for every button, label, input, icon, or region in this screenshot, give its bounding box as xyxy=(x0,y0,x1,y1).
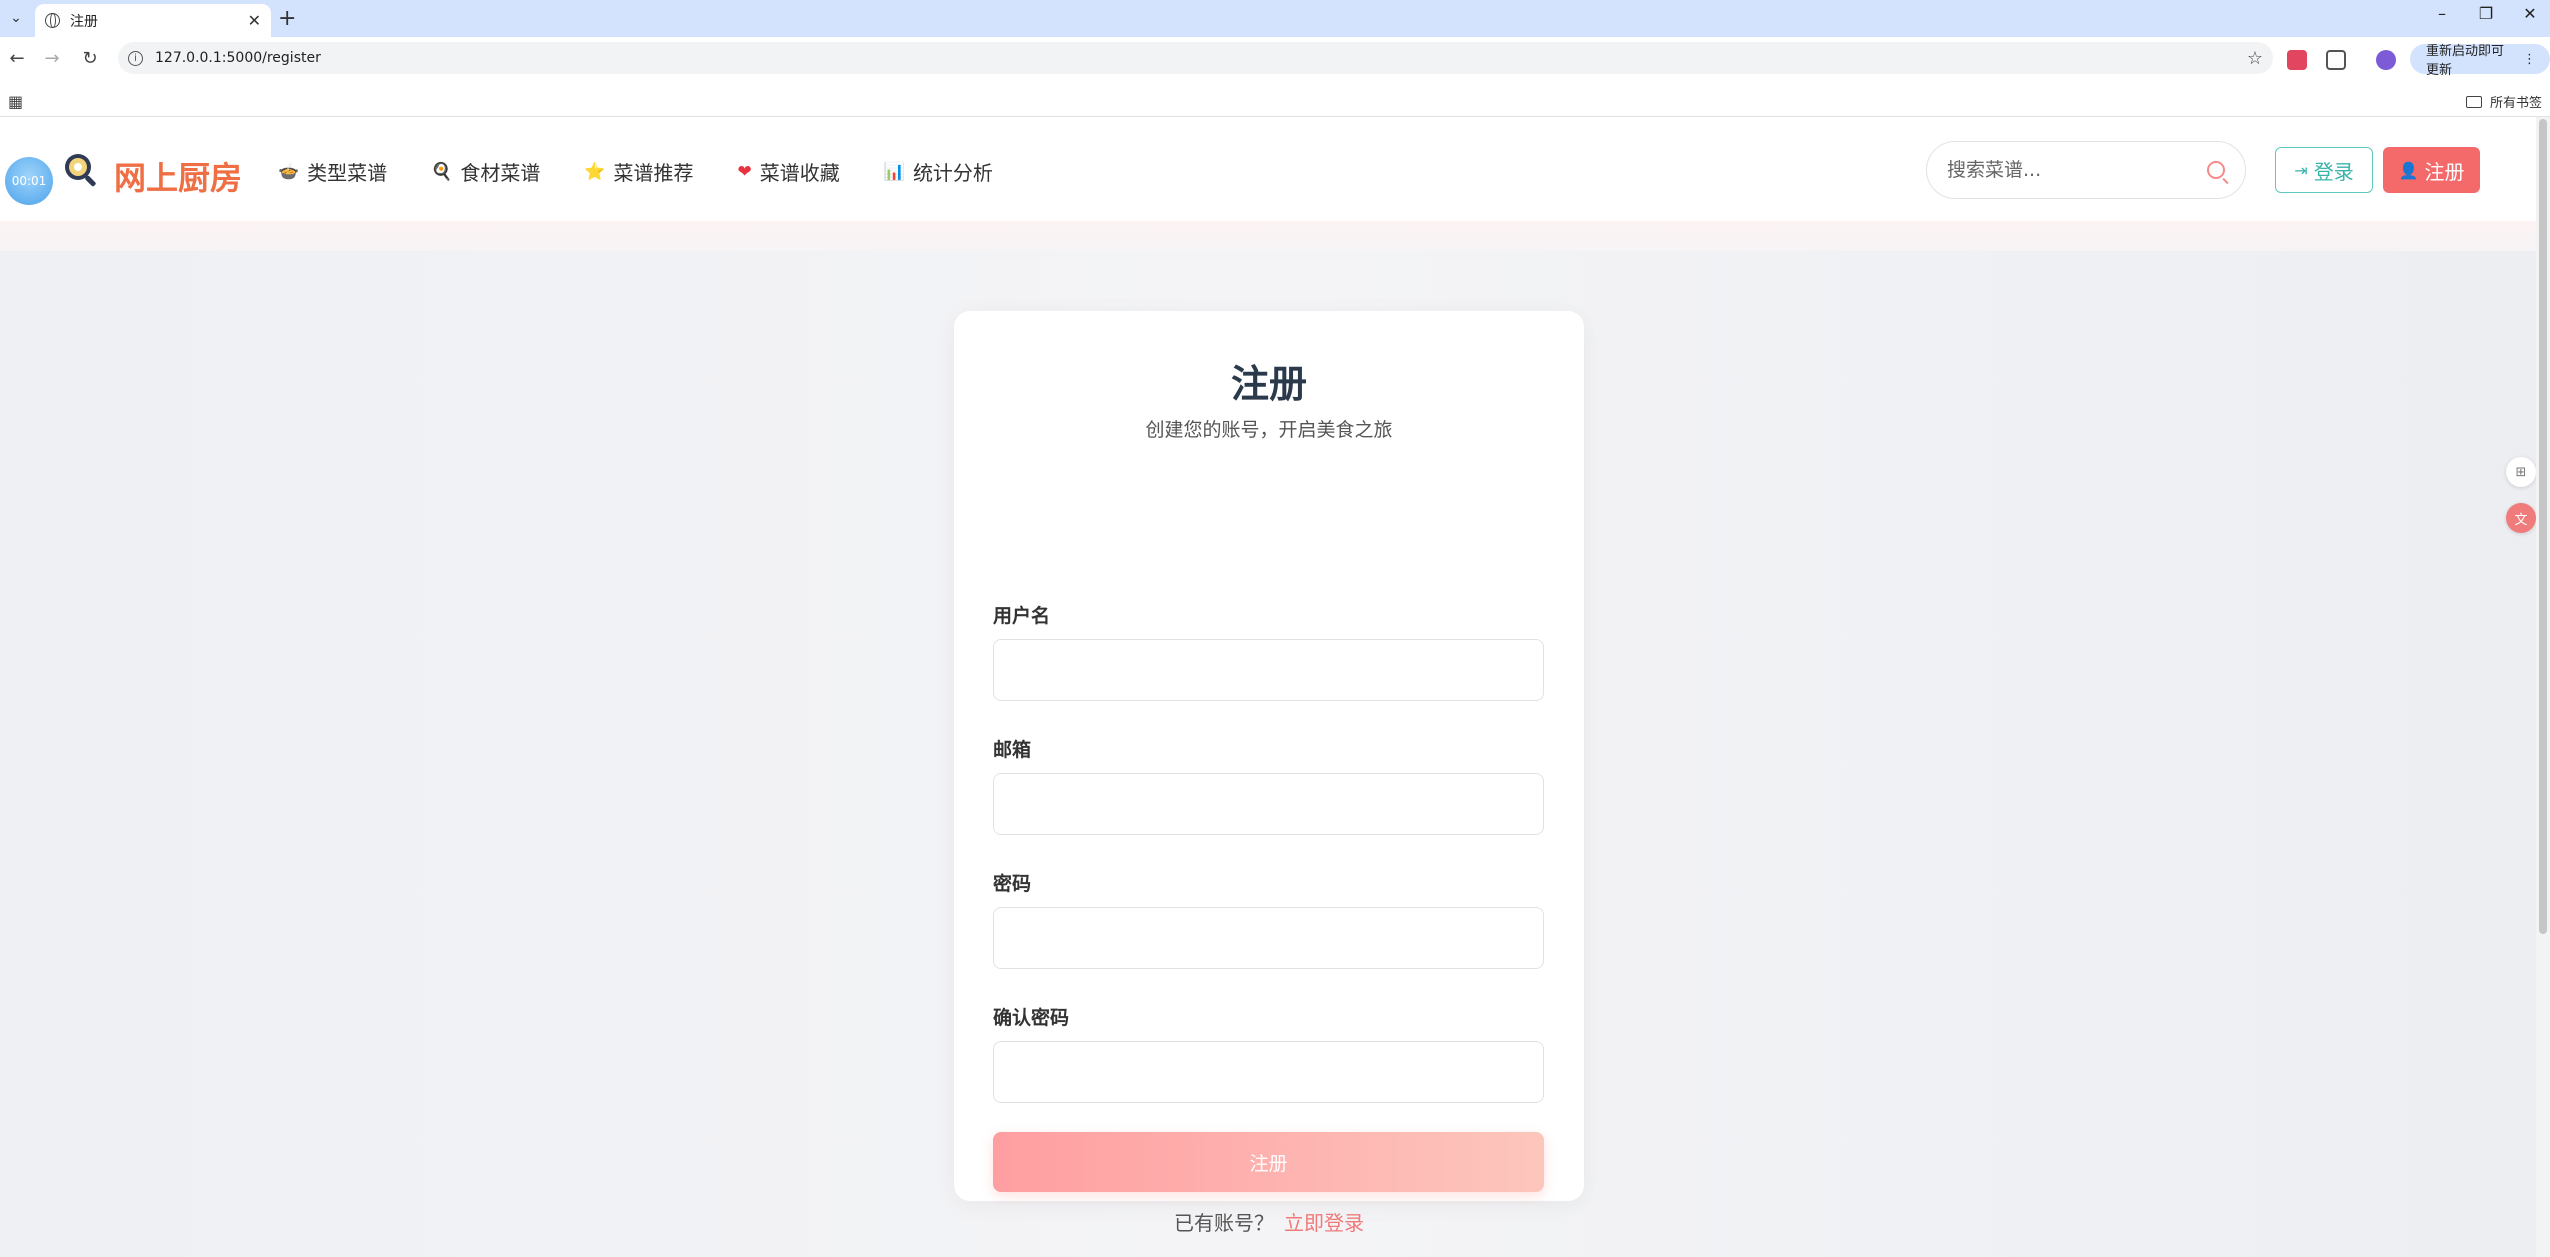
update-button[interactable]: 重新启动即可更新 ⋮ xyxy=(2410,44,2550,78)
password-label: 密码 xyxy=(993,873,1032,895)
have-account-text: 已有账号？ xyxy=(1174,1211,1274,1235)
tab-list-chevron-icon[interactable]: ⌄ xyxy=(6,8,26,28)
cooking-pan-logo-icon xyxy=(65,154,96,187)
register-label: 注册 xyxy=(2424,159,2465,184)
page-viewport: 00:01 网上厨房 🍲 类型菜谱 🍳 食材菜谱 ⭐ 菜谱推荐 ❤ 菜谱收藏 📊… xyxy=(0,117,2550,1257)
confirm-password-label: 确认密码 xyxy=(993,1007,1070,1029)
login-now-link[interactable]: 立即登录 xyxy=(1284,1211,1364,1235)
form-subtitle: 创建您的账号，开启美食之旅 xyxy=(1145,419,1393,441)
restore-icon[interactable]: ❐ xyxy=(2466,4,2506,23)
all-bookmarks-button[interactable]: 所有书签 xyxy=(2465,92,2542,111)
password-field[interactable] xyxy=(993,907,1544,969)
all-bookmarks-label: 所有书签 xyxy=(2489,96,2542,111)
login-label: 登录 xyxy=(2313,159,2354,184)
page-scrollbar[interactable] xyxy=(2536,117,2550,1257)
apps-grid-icon[interactable]: ▦ xyxy=(8,92,23,111)
nav-item-recommend[interactable]: ⭐ 菜谱推荐 xyxy=(584,157,693,186)
minimize-icon[interactable]: – xyxy=(2422,4,2462,23)
star-icon: ⭐ xyxy=(584,161,606,182)
bookmark-star-icon[interactable]: ☆ xyxy=(2247,48,2263,69)
nav-label: 类型菜谱 xyxy=(307,161,388,185)
address-bar[interactable]: i 127.0.0.1:5000/register ☆ xyxy=(118,42,2273,74)
profile-avatar-icon[interactable] xyxy=(2376,50,2396,70)
nav-item-ingredient-recipes[interactable]: 🍳 食材菜谱 xyxy=(431,157,540,186)
browser-toolbar: ← → ↻ i 127.0.0.1:5000/register ☆ 重新启动即可… xyxy=(0,37,2550,83)
login-arrow-icon: ⇥ xyxy=(2294,160,2308,180)
search-input[interactable] xyxy=(1947,159,2207,181)
confirm-password-field[interactable] xyxy=(993,1041,1544,1103)
header-divider-strip xyxy=(0,221,2536,251)
globe-icon xyxy=(45,13,60,28)
frying-pan-icon: 🍳 xyxy=(431,161,453,182)
folder-icon xyxy=(2465,95,2482,108)
browser-tab-active[interactable]: 注册 ✕ xyxy=(35,4,271,37)
back-arrow-icon[interactable]: ← xyxy=(5,48,29,69)
extension-icon[interactable] xyxy=(2287,50,2307,70)
email-field[interactable] xyxy=(993,773,1544,835)
tab-title: 注册 xyxy=(70,13,98,30)
update-label: 重新启动即可更新 xyxy=(2426,44,2505,78)
forward-arrow-icon[interactable]: → xyxy=(40,48,64,69)
nav-item-favorites[interactable]: ❤ 菜谱收藏 xyxy=(738,157,840,186)
register-card: 注册 创建您的账号，开启美食之旅 用户名 邮箱 密码 确认密码 注册 已有账号？… xyxy=(954,311,1584,1235)
user-plus-icon: 👤 xyxy=(2398,160,2419,180)
reload-icon[interactable]: ↻ xyxy=(78,48,102,69)
register-button[interactable]: 👤 注册 xyxy=(2383,147,2480,193)
email-label: 邮箱 xyxy=(993,739,1032,761)
browser-tab-bar: ⌄ 注册 ✕ + – ❐ ✕ xyxy=(0,0,2550,37)
side-toolbar: ⊞ 文 xyxy=(2506,457,2536,549)
username-field[interactable] xyxy=(993,639,1544,701)
soup-bowl-icon: 🍲 xyxy=(278,161,300,182)
bookmarks-bar: ▦ 所有书签 xyxy=(0,83,2550,117)
form-title: 注册 xyxy=(1230,362,1307,406)
nav-label: 菜谱收藏 xyxy=(759,161,840,185)
heart-icon: ❤ xyxy=(737,161,752,182)
submit-register-button[interactable]: 注册 xyxy=(993,1132,1544,1192)
new-tab-plus-icon[interactable]: + xyxy=(278,6,296,31)
kebab-menu-icon[interactable]: ⋮ xyxy=(2523,52,2536,67)
nav-label: 菜谱推荐 xyxy=(613,161,694,185)
login-prompt: 已有账号？ 立即登录 xyxy=(954,1207,1584,1236)
login-button[interactable]: ⇥ 登录 xyxy=(2275,147,2373,193)
brand-name[interactable]: 网上厨房 xyxy=(114,153,242,199)
address-url[interactable]: 127.0.0.1:5000/register xyxy=(155,50,2247,66)
translate-icon[interactable]: 文 xyxy=(2506,503,2536,533)
puzzle-extensions-icon[interactable] xyxy=(2326,50,2346,70)
nav-item-type-recipes[interactable]: 🍲 类型菜谱 xyxy=(278,157,387,186)
recipe-search-box[interactable] xyxy=(1926,141,2246,199)
qr-scan-icon[interactable]: ⊞ xyxy=(2506,457,2536,487)
nav-item-statistics[interactable]: 📊 统计分析 xyxy=(884,157,993,186)
search-icon[interactable] xyxy=(2207,161,2225,179)
bar-chart-icon: 📊 xyxy=(883,161,905,182)
site-header: 00:01 网上厨房 🍲 类型菜谱 🍳 食材菜谱 ⭐ 菜谱推荐 ❤ 菜谱收藏 📊… xyxy=(0,117,2536,221)
username-label: 用户名 xyxy=(993,605,1051,627)
nav-label: 统计分析 xyxy=(912,161,993,185)
scrollbar-thumb[interactable] xyxy=(2539,119,2547,934)
window-close-icon[interactable]: ✕ xyxy=(2510,4,2550,23)
nav-label: 食材菜谱 xyxy=(460,161,541,185)
main-nav: 🍲 类型菜谱 🍳 食材菜谱 ⭐ 菜谱推荐 ❤ 菜谱收藏 📊 统计分析 xyxy=(278,157,1037,186)
site-info-icon[interactable]: i xyxy=(128,50,143,66)
tab-close-icon[interactable]: ✕ xyxy=(248,11,261,30)
timer-badge: 00:01 xyxy=(5,157,53,205)
